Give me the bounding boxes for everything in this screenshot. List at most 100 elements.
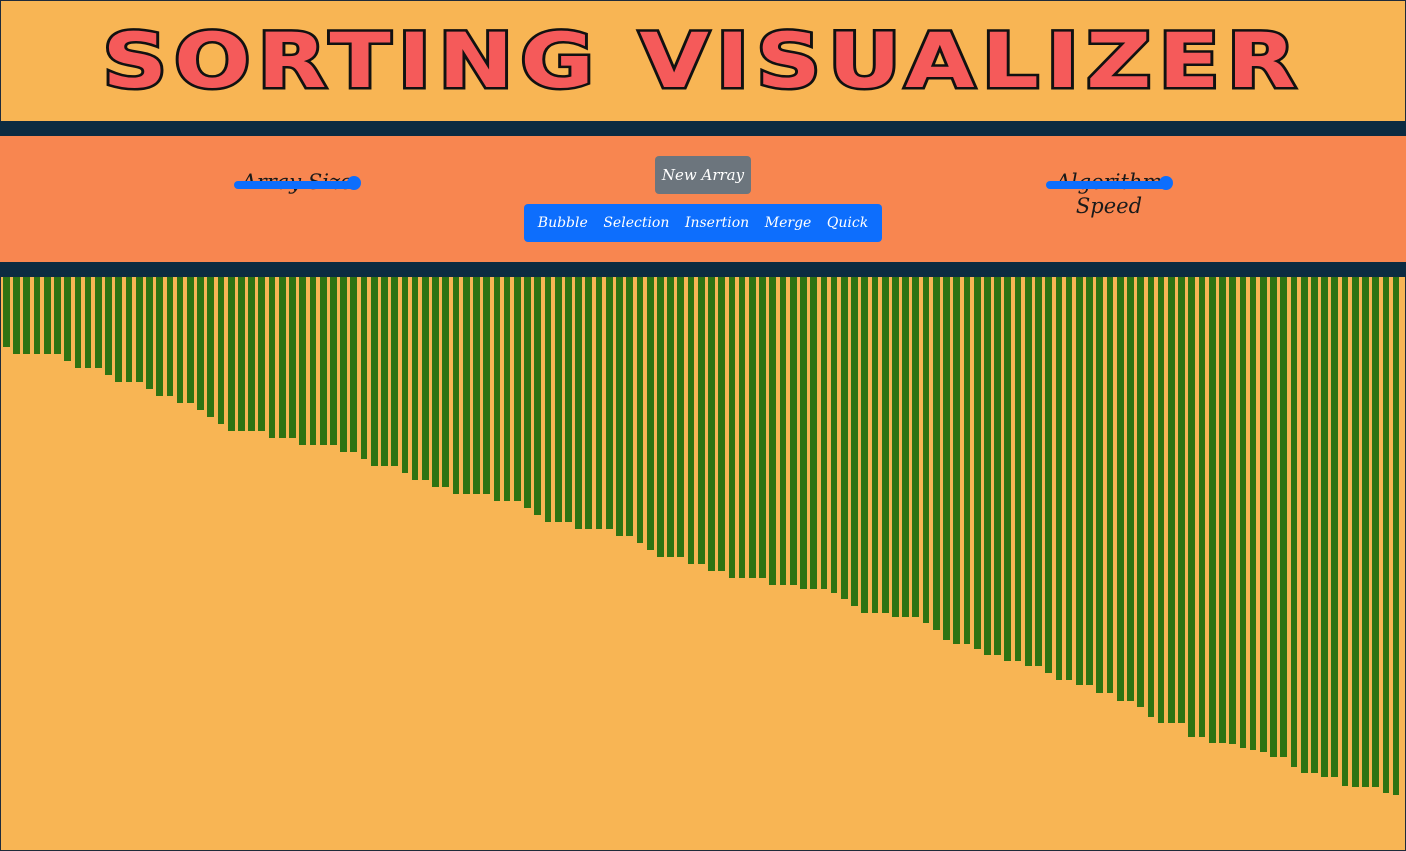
array-bar [493, 277, 501, 501]
array-bar [1362, 277, 1369, 787]
array-bar [789, 277, 797, 585]
array-bar [718, 277, 726, 571]
bubble-sort-button[interactable]: Bubble [538, 215, 588, 231]
array-bar [1004, 277, 1012, 661]
array-bar [64, 277, 72, 361]
array-bar [473, 277, 480, 494]
quick-sort-button[interactable]: Quick [827, 215, 868, 231]
array-bar [708, 277, 715, 571]
array-bar [1372, 277, 1380, 787]
array-bar [1045, 277, 1053, 673]
array-bar [984, 277, 991, 655]
array-bar [411, 277, 419, 480]
array-bar [585, 277, 593, 529]
array-bar [13, 277, 20, 354]
array-bar [657, 277, 664, 557]
array-bar [667, 277, 674, 557]
array-bar [1270, 277, 1277, 757]
array-bar [391, 277, 399, 466]
selection-sort-button[interactable]: Selection [603, 215, 669, 231]
array-bar [1167, 277, 1175, 723]
array-bar [483, 277, 490, 494]
array-bar [401, 277, 409, 473]
array-bar [105, 277, 112, 375]
array-bar [1055, 277, 1063, 680]
array-bar [636, 277, 644, 543]
array-bar [973, 277, 981, 649]
array-bar [1259, 277, 1267, 752]
algorithm-speed-slider-thumb[interactable] [1159, 176, 1173, 190]
array-bar [963, 277, 971, 644]
array-bar [1014, 277, 1022, 661]
array-bar [779, 277, 787, 585]
array-bar [1392, 277, 1400, 795]
array-bar [1065, 277, 1073, 680]
array-bar [268, 277, 276, 438]
header: SORTING VISUALIZER [0, 0, 1406, 122]
array-bar [1321, 277, 1328, 777]
array-bar [544, 277, 552, 522]
array-bar [340, 277, 347, 452]
array-bar [646, 277, 654, 550]
array-bar [462, 277, 470, 494]
array-bar [677, 277, 685, 557]
array-bar [258, 277, 266, 431]
array-bar [810, 277, 818, 589]
array-bar [370, 277, 378, 466]
array-bar [1351, 277, 1359, 787]
array-bar [759, 277, 766, 578]
array-bar [319, 277, 327, 445]
array-bar [299, 277, 307, 445]
array-bar [1311, 277, 1318, 773]
array-size-slider[interactable] [234, 181, 360, 189]
array-bar [565, 277, 572, 522]
array-bar [922, 277, 930, 623]
controls-divider [0, 262, 1406, 277]
array-bar [1137, 277, 1145, 707]
array-bar [820, 277, 828, 589]
new-array-button[interactable]: New Array [655, 156, 751, 194]
array-bar [360, 277, 368, 459]
array-bar [953, 277, 961, 644]
array-bar [605, 277, 613, 529]
array-bar [892, 277, 899, 617]
array-bar [769, 277, 777, 585]
array-bar [1075, 277, 1083, 685]
array-size-slider-thumb[interactable] [347, 176, 361, 190]
array-bar [23, 277, 31, 354]
array-bar [442, 277, 450, 487]
array-bar [871, 277, 879, 613]
array-bar [943, 277, 950, 640]
array-bar [1290, 277, 1298, 767]
array-bar [1147, 277, 1155, 717]
array-bar [207, 277, 215, 417]
array-bar [1300, 277, 1308, 773]
array-bar [452, 277, 460, 494]
array-bar [156, 277, 163, 396]
array-bar [146, 277, 153, 389]
control-panel: Array Size New Array Bubble Selection In… [0, 136, 1406, 262]
array-bar [503, 277, 511, 501]
array-bar [1341, 277, 1349, 786]
insertion-sort-button[interactable]: Insertion [685, 215, 749, 231]
array-bar [595, 277, 603, 529]
array-bar [1157, 277, 1165, 723]
array-bar [1198, 277, 1206, 737]
array-bar [830, 277, 838, 593]
array-bar [238, 277, 245, 431]
array-bar [800, 277, 807, 589]
array-bar [278, 277, 286, 438]
array-bar [697, 277, 705, 564]
array-bar [861, 277, 869, 613]
merge-sort-button[interactable]: Merge [765, 215, 812, 231]
array-bar [1249, 277, 1257, 750]
array-bar [1116, 277, 1124, 701]
array-bar [748, 277, 756, 578]
array-bar [125, 277, 133, 382]
array-bar [84, 277, 92, 368]
array-bar [626, 277, 634, 536]
array-bar [1096, 277, 1104, 693]
array-bar [330, 277, 337, 445]
algorithm-speed-slider[interactable] [1046, 181, 1172, 189]
array-bar [728, 277, 736, 578]
